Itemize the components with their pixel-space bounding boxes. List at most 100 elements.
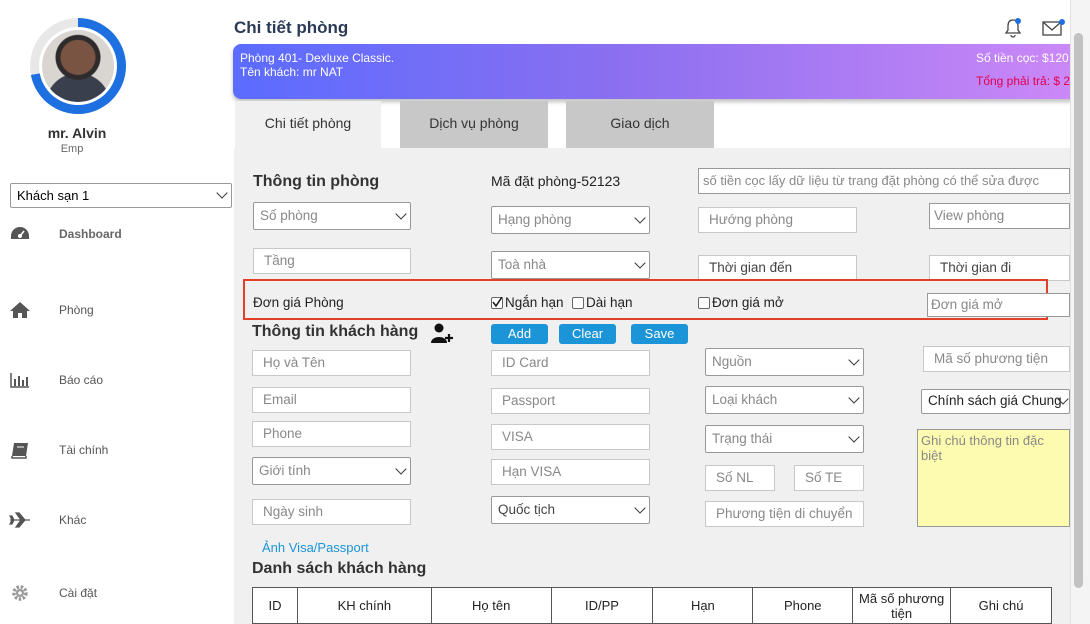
tab-chi-tiet-phong[interactable]: Chi tiết phòng — [235, 101, 381, 151]
save-button[interactable]: Save — [631, 324, 688, 344]
email-input[interactable]: Email — [252, 387, 411, 413]
chevron-down-icon — [848, 392, 860, 404]
room-class-select[interactable]: Hạng phòng — [491, 206, 650, 234]
guest-table: ID KH chính Họ tên ID/PP Hạn Phone Mã số… — [252, 587, 1052, 624]
scrollbar-thumb[interactable] — [1074, 33, 1083, 588]
passport-input[interactable]: Passport — [491, 388, 650, 414]
room-info-title: Thông tin phòng — [253, 173, 380, 190]
short-term-checkbox[interactable] — [491, 297, 503, 309]
sidebar-item-bao-cao[interactable]: Báo cáo — [0, 365, 234, 395]
chevron-down-icon — [216, 187, 228, 199]
children-input[interactable]: Số TE — [794, 465, 864, 491]
arrival-input[interactable]: Thời gian đến — [698, 255, 857, 281]
room-class-value: Hạng phòng — [498, 212, 572, 227]
user-role: Emp — [60, 143, 84, 155]
gender-select[interactable]: Giới tính — [252, 457, 411, 485]
bell-icon[interactable] — [1003, 17, 1023, 39]
view-input[interactable]: View phòng — [929, 203, 1070, 229]
chevron-down-icon — [395, 463, 407, 475]
sidebar-item-cai-dat[interactable]: Cài đặt — [0, 578, 234, 608]
bar-chart-icon — [10, 373, 29, 388]
col-expiry[interactable]: Hạn — [652, 587, 754, 624]
home-icon — [10, 302, 30, 318]
banner-deposit: Số tiền cọc: $120 — [976, 51, 1069, 65]
banner-total: Tổng phải trả: $ 2 — [976, 74, 1071, 88]
page-title: Chi tiết phòng — [234, 18, 349, 37]
sidebar-item-label: Phòng — [59, 303, 94, 317]
departure-input[interactable]: Thời gian đi — [929, 255, 1070, 281]
chevron-down-icon — [634, 502, 646, 514]
col-main-guest[interactable]: KH chính — [296, 587, 432, 624]
room-number-value: Số phòng — [260, 208, 318, 223]
user-name: mr. Alvin — [47, 125, 107, 141]
add-button[interactable]: Add — [491, 324, 548, 344]
sidebar-item-label: Tài chính — [59, 443, 109, 457]
special-note-textarea[interactable]: Ghi chú thông tin đặc biệt — [917, 429, 1070, 527]
clear-button[interactable]: Clear — [559, 324, 616, 344]
building-value: Toà nhà — [498, 257, 547, 272]
sidebar-item-phong[interactable]: Phòng — [0, 295, 234, 325]
nationality-value: Quốc tịch — [498, 502, 556, 517]
open-price-input[interactable]: Đơn giá mở — [927, 293, 1070, 317]
avatar[interactable] — [30, 18, 126, 114]
col-id-pp[interactable]: ID/PP — [550, 587, 654, 624]
sidebar-item-label: Báo cáo — [59, 373, 104, 387]
mail-icon[interactable] — [1041, 18, 1066, 38]
book-icon — [11, 443, 28, 459]
status-value: Trạng thái — [712, 431, 773, 446]
nationality-select[interactable]: Quốc tịch — [491, 496, 650, 524]
floor-input[interactable]: Tầng — [253, 248, 411, 274]
sidebar: mr. Alvin Emp Khách sạn 1 Dashboard Phòn… — [0, 0, 234, 624]
price-policy-select[interactable]: Chính sách giá Chung — [921, 389, 1070, 414]
adults-input[interactable]: Số NL — [705, 465, 775, 491]
sidebar-item-dashboard[interactable]: Dashboard — [0, 219, 234, 249]
long-term-checkbox[interactable] — [572, 297, 584, 309]
id-card-input[interactable]: ID Card — [491, 350, 650, 376]
full-name-input[interactable]: Họ và Tên — [252, 350, 411, 376]
chevron-down-icon — [634, 257, 646, 269]
guest-type-value: Loại khách — [712, 392, 778, 407]
tab-dich-vu-phong[interactable]: Dịch vụ phòng — [400, 101, 548, 148]
booking-code: Mã đặt phòng-52123 — [491, 173, 621, 189]
room-number-select[interactable]: Số phòng — [253, 202, 411, 230]
building-select[interactable]: Toà nhà — [491, 251, 650, 279]
sidebar-item-khac[interactable]: Khác — [0, 505, 234, 535]
phone-input[interactable]: Phone — [252, 421, 411, 447]
transport-input[interactable]: Phương tiện di chuyển — [705, 501, 864, 527]
chevron-down-icon — [634, 212, 646, 224]
sidebar-item-tai-chinh[interactable]: Tài chính — [0, 435, 234, 465]
guest-info-title: Thông tin khách hàng — [252, 323, 419, 340]
price-label: Đơn giá Phòng — [253, 295, 344, 310]
long-term-label: Dài hạn — [586, 295, 633, 310]
direction-input[interactable]: Hướng phòng — [698, 207, 857, 233]
hotel-select-value: Khách sạn 1 — [17, 188, 90, 203]
visa-input[interactable]: VISA — [491, 424, 650, 450]
room-banner: Phòng 401- Dexluxe Classic. Tên khách: m… — [233, 44, 1076, 99]
hotel-select[interactable]: Khách sạn 1 — [10, 183, 232, 208]
status-select[interactable]: Trạng thái — [705, 425, 864, 453]
short-term-label: Ngắn hạn — [505, 295, 564, 310]
birthday-input[interactable]: Ngày sinh — [252, 499, 411, 525]
col-id[interactable]: ID — [252, 587, 298, 624]
guest-list-title: Danh sách khách hàng — [252, 560, 427, 577]
visa-photo-link[interactable]: Ảnh Visa/Passport — [262, 540, 369, 555]
avatar-photo — [42, 30, 114, 102]
dashboard-icon — [11, 227, 29, 239]
open-price-checkbox[interactable] — [698, 297, 710, 309]
banner-room: Phòng 401- Dexluxe Classic. — [240, 51, 395, 65]
col-full-name[interactable]: Họ tên — [430, 587, 552, 624]
deposit-input[interactable]: số tiền cọc lấy dữ liệu từ trang đặt phò… — [698, 168, 1070, 194]
col-note[interactable]: Ghi chú — [950, 587, 1052, 624]
source-value: Nguồn — [712, 354, 752, 369]
gender-value: Giới tính — [259, 463, 311, 478]
guest-type-select[interactable]: Loại khách — [705, 386, 864, 414]
col-phone[interactable]: Phone — [752, 587, 854, 624]
commute-code-input[interactable]: Mã số phương tiện — [923, 346, 1070, 372]
col-commute-code[interactable]: Mã số phương tiện — [852, 587, 952, 624]
add-user-icon[interactable] — [430, 322, 454, 344]
tab-giao-dich[interactable]: Giao dịch — [566, 101, 714, 148]
open-price-label: Đơn giá mở — [712, 295, 784, 310]
table-header-row: ID KH chính Họ tên ID/PP Hạn Phone Mã số… — [252, 587, 1052, 624]
visa-expiry-input[interactable]: Hạn VISA — [491, 459, 650, 485]
source-select[interactable]: Nguồn — [705, 348, 864, 376]
